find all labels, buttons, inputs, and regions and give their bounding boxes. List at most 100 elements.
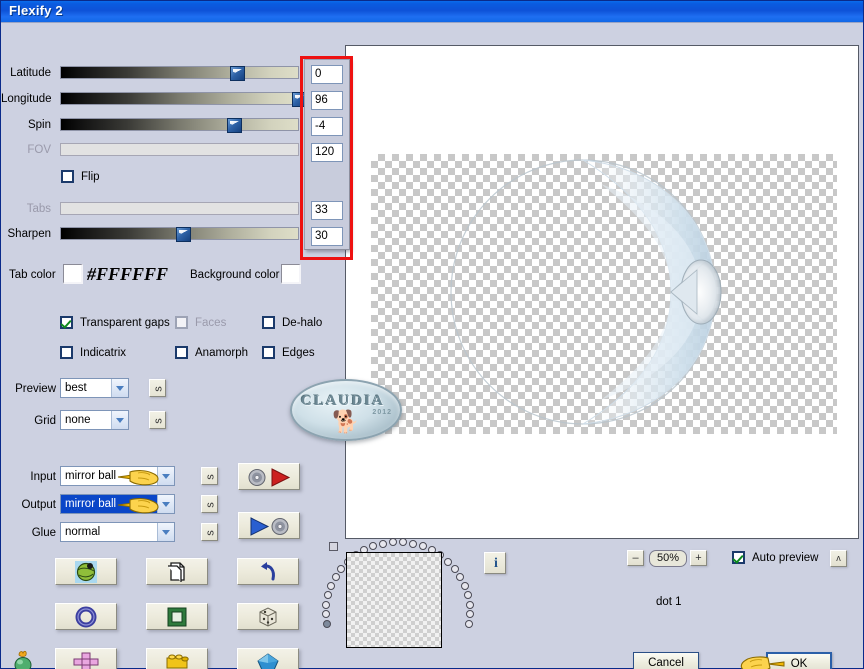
slider-label-spin: Spin [27, 119, 51, 131]
pages-icon [168, 561, 185, 582]
ring-dot[interactable] [463, 591, 472, 600]
ring-dot[interactable] [456, 573, 465, 581]
cancel-button[interactable]: Cancel [633, 652, 699, 669]
chevron-down-icon[interactable] [157, 523, 174, 541]
checkbox-transparent-gaps[interactable] [60, 316, 73, 329]
slider-track-spin[interactable] [60, 118, 299, 133]
chevron-down-icon[interactable] [157, 467, 174, 485]
ring-dot[interactable] [464, 620, 473, 629]
value-spin[interactable]: -4 [311, 117, 343, 136]
value-sharpen[interactable]: 30 [311, 227, 343, 246]
chevron-down-icon[interactable] [157, 495, 174, 513]
frame-button[interactable] [146, 603, 208, 630]
ring-dot[interactable] [460, 581, 469, 590]
slider-track-latitude[interactable] [60, 66, 299, 81]
checkbox-edges[interactable] [262, 346, 275, 359]
ring-dot[interactable] [323, 620, 332, 629]
glue-s-button[interactable]: s [201, 523, 218, 541]
zoom-out-button[interactable]: – [627, 550, 644, 566]
ring-dot[interactable] [324, 591, 333, 600]
checkbox-label-indicatrix: Indicatrix [80, 347, 127, 359]
disc-play-icon [248, 468, 291, 487]
select-label-grid: Grid [34, 415, 56, 427]
tab-color-swatch[interactable] [63, 264, 83, 284]
ring-dot[interactable] [379, 539, 388, 548]
source-thumbnail[interactable] [346, 552, 442, 648]
preview-pane[interactable] [345, 45, 859, 539]
select-grid[interactable]: none [60, 410, 129, 430]
ring-button[interactable] [55, 603, 117, 630]
slider-thumb-sharpen[interactable] [176, 227, 191, 242]
ring-dot[interactable] [327, 581, 336, 590]
cross-button[interactable] [55, 648, 117, 669]
ring-dot[interactable] [388, 538, 397, 547]
torus-icon [75, 606, 97, 627]
checkbox-indicatrix[interactable] [60, 346, 73, 359]
dog-icon: 🐕 [332, 409, 360, 434]
save-preset-button[interactable] [238, 512, 300, 539]
play-disc-icon [250, 517, 289, 536]
checkbox-flip[interactable] [61, 170, 74, 183]
preview-s-button[interactable]: s [149, 379, 166, 397]
green-frame-icon [167, 607, 187, 626]
output-s-button[interactable]: s [201, 495, 218, 513]
select-input[interactable]: mirror ball [60, 466, 175, 486]
ring-dot[interactable] [465, 600, 474, 609]
zoom-in-button[interactable]: + [690, 550, 707, 566]
yellow-brick-icon [166, 654, 189, 668]
grid-s-button[interactable]: s [149, 411, 166, 429]
zoom-level[interactable]: 50% [649, 550, 687, 567]
value-fov[interactable]: 120 [311, 143, 343, 162]
brick-button[interactable] [146, 648, 208, 669]
ring-dot[interactable] [337, 564, 346, 573]
input-s-button[interactable]: s [201, 467, 218, 485]
ring-dot[interactable] [450, 564, 459, 573]
globe-icon [75, 560, 97, 583]
ring-dot[interactable] [322, 600, 331, 609]
ok-button[interactable]: OK [766, 652, 832, 669]
slider-track-sharpen[interactable] [60, 227, 299, 242]
pink-cross-icon [73, 652, 99, 669]
background-color-swatch[interactable] [281, 264, 301, 284]
select-glue[interactable]: normal [60, 522, 175, 542]
select-value-output: mirror ball [65, 498, 117, 510]
value-latitude[interactable]: 0 [311, 65, 343, 84]
info-button-label: i [494, 556, 498, 571]
chevron-down-icon[interactable] [111, 379, 128, 397]
slider-thumb-latitude[interactable] [230, 66, 245, 81]
ring-dot[interactable] [322, 610, 331, 619]
ring-dot[interactable] [465, 610, 474, 619]
value-tabs[interactable]: 33 [311, 201, 343, 220]
collapse-button[interactable]: ʌ [830, 550, 847, 567]
value-longitude[interactable]: 96 [311, 91, 343, 110]
slider-thumb-spin[interactable] [227, 118, 242, 133]
reset-button[interactable] [237, 558, 299, 585]
checkbox-label-edges: Edges [282, 347, 315, 359]
load-preset-button[interactable] [238, 463, 300, 490]
checkbox-label-transparent-gaps: Transparent gaps [80, 317, 170, 329]
chevron-down-icon[interactable] [111, 411, 128, 429]
ring-dot[interactable] [331, 573, 340, 581]
ring-dot[interactable] [369, 542, 378, 551]
watermark-text: CLAUDIA [301, 393, 386, 409]
gem-button[interactable] [237, 648, 299, 669]
select-output[interactable]: mirror ball [60, 494, 175, 514]
tab-color-hex: #FFFFFF [87, 264, 169, 284]
about-button[interactable] [55, 558, 117, 585]
ring-dot[interactable] [399, 538, 408, 547]
select-label-preview: Preview [15, 383, 56, 395]
checkbox-auto-preview[interactable] [732, 551, 745, 564]
select-value-grid: none [65, 414, 91, 426]
slider-label-longitude: Longitude [1, 93, 52, 105]
ring-dot[interactable] [418, 542, 427, 551]
checkbox-de-halo[interactable] [262, 316, 275, 329]
info-button[interactable]: i [484, 552, 506, 574]
copy-button[interactable] [146, 558, 208, 585]
select-preview[interactable]: best [60, 378, 129, 398]
checkbox-anamorph[interactable] [175, 346, 188, 359]
checkbox-label-anamorph: Anamorph [195, 347, 249, 359]
random-button[interactable] [237, 603, 299, 630]
ring-dot[interactable] [408, 539, 417, 548]
ring-dot[interactable] [444, 557, 452, 566]
slider-track-longitude[interactable] [60, 92, 307, 107]
